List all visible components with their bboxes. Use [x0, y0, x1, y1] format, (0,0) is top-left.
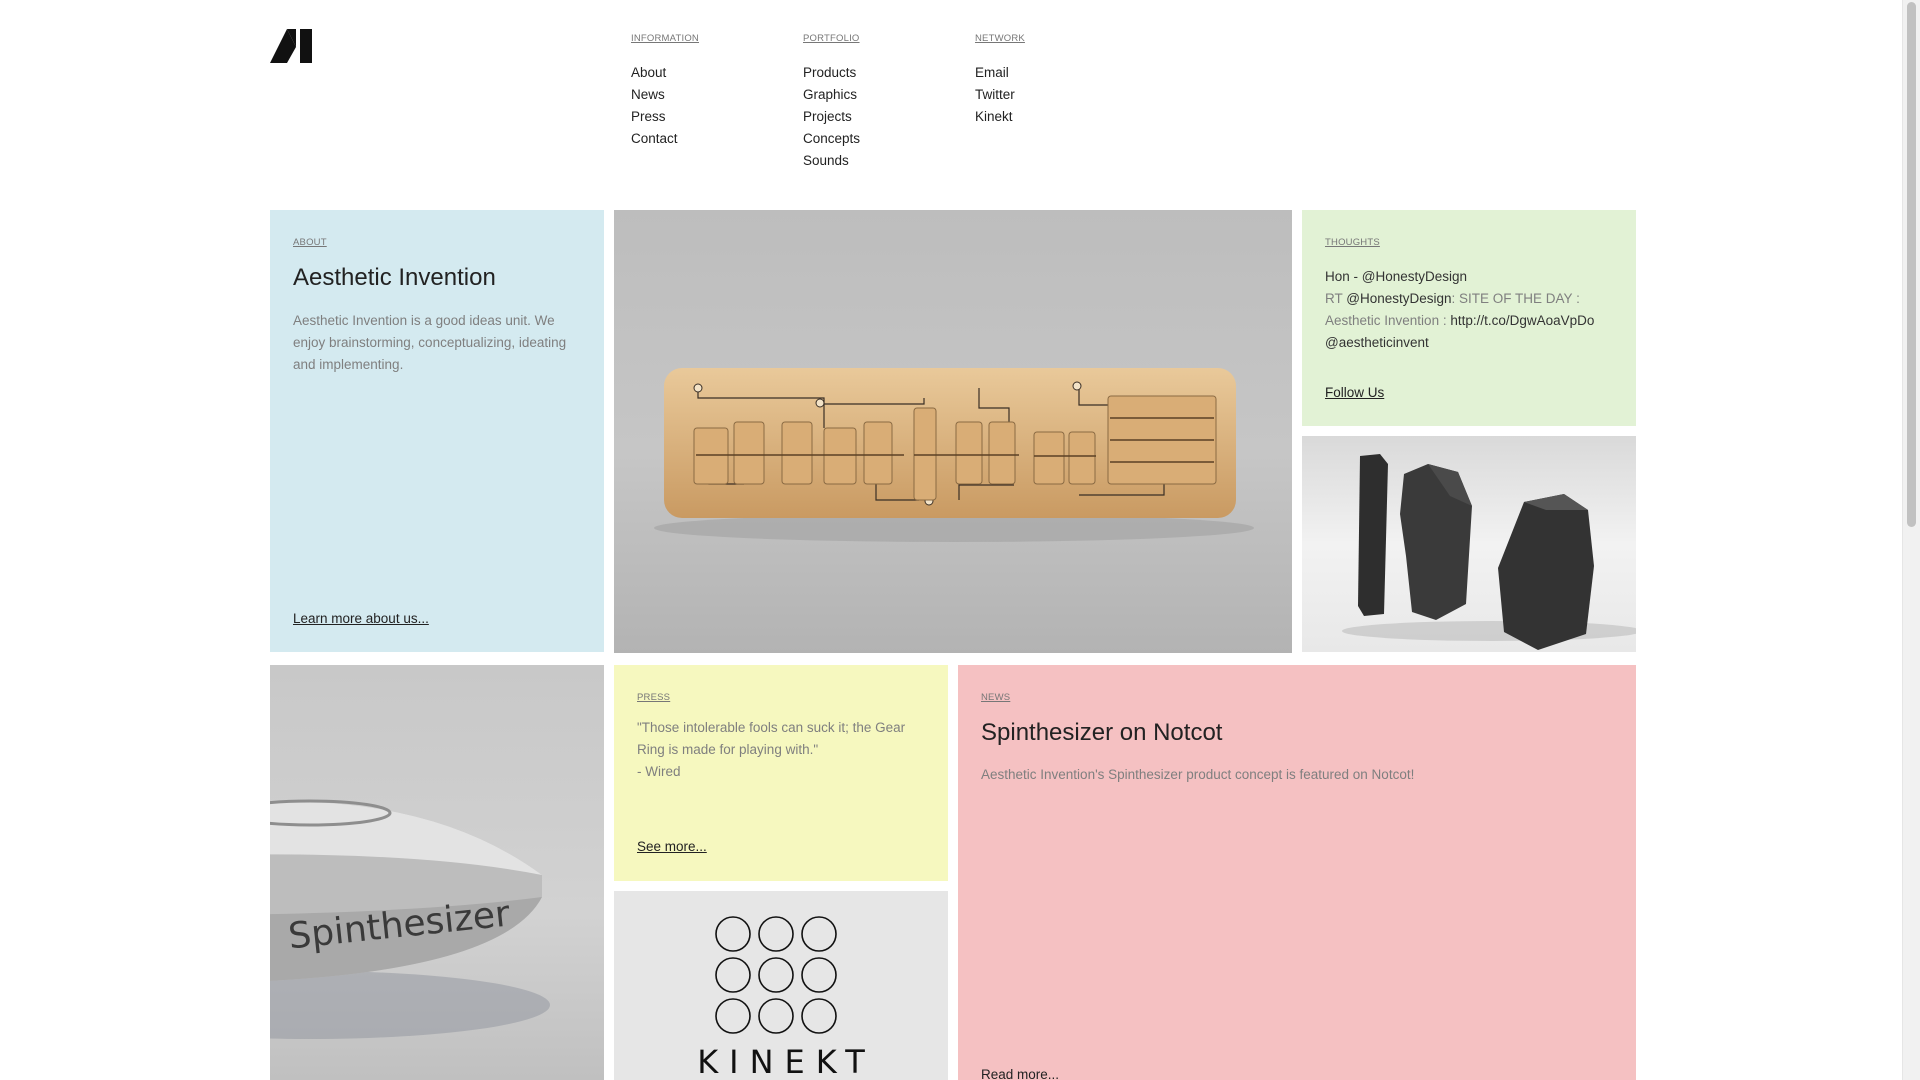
gear-ring-image[interactable] [614, 210, 1292, 653]
nav-link-about[interactable]: About [631, 62, 699, 84]
press-tile: PRESS "Those intolerable fools can suck … [614, 665, 948, 881]
nav-link-products[interactable]: Products [803, 62, 860, 84]
thoughts-label[interactable]: THOUGHTS [1325, 237, 1380, 248]
nav-heading-information[interactable]: INFORMATION [631, 33, 699, 44]
page-scrollbar[interactable] [1902, 0, 1920, 1080]
tweet-url-link[interactable]: http://t.co/DgwAoaVpDo [1450, 313, 1594, 328]
nav-network: NETWORK Email Twitter Kinekt [975, 33, 1025, 128]
news-tile: NEWS Spinthesizer on Notcot Aesthetic In… [958, 665, 1636, 1080]
about-label[interactable]: ABOUT [293, 237, 327, 248]
nav-link-kinekt[interactable]: Kinekt [975, 106, 1025, 128]
tweet-text: RT @HonestyDesign: SITE OF THE DAY : Aes… [1325, 288, 1620, 354]
scrollbar-thumb[interactable] [1907, 2, 1916, 527]
nav-link-sounds[interactable]: Sounds [803, 150, 860, 172]
nav-link-graphics[interactable]: Graphics [803, 84, 860, 106]
press-label[interactable]: PRESS [637, 692, 670, 703]
nav-link-twitter[interactable]: Twitter [975, 84, 1025, 106]
vases-illustration [1342, 454, 1636, 650]
tweet-text-2: Aesthetic Invention : [1325, 313, 1447, 328]
press-quote: "Those intolerable fools can suck it; th… [637, 720, 906, 757]
nav-heading-network[interactable]: NETWORK [975, 33, 1025, 44]
nav-link-projects[interactable]: Projects [803, 106, 860, 128]
tweet-handle-link[interactable]: @HonestyDesign [1346, 291, 1451, 306]
nav-portfolio: PORTFOLIO Products Graphics Projects Con… [803, 33, 860, 172]
tweet-text-1: : SITE OF THE DAY : [1451, 291, 1580, 306]
nav-link-contact[interactable]: Contact [631, 128, 699, 150]
news-title[interactable]: Spinthesizer on Notcot [981, 719, 1222, 747]
kinekt-wordmark: KINEKT [697, 1043, 876, 1080]
thoughts-tile: THOUGHTS Hon - @HonestyDesign RT @Honest… [1302, 210, 1636, 426]
about-tile: ABOUT Aesthetic Invention Aesthetic Inve… [270, 210, 604, 652]
ai-triangle-logo-icon [270, 29, 312, 63]
read-more-link[interactable]: Read more... [981, 1067, 1059, 1080]
news-description: Aesthetic Invention's Spinthesizer produ… [981, 767, 1415, 782]
tweet: Hon - @HonestyDesign RT @HonestyDesign: … [1325, 266, 1620, 354]
nav-link-concepts[interactable]: Concepts [803, 128, 860, 150]
vases-image[interactable] [1302, 436, 1636, 652]
site-logo[interactable] [270, 29, 312, 63]
about-title: Aesthetic Invention [293, 264, 496, 291]
kinekt-image[interactable]: KINEKT [614, 891, 948, 1080]
about-description: Aesthetic Invention is a good ideas unit… [293, 313, 567, 372]
press-source: - Wired [637, 764, 681, 779]
learn-more-link[interactable]: Learn more about us... [293, 611, 429, 626]
spinthesizer-image[interactable]: Spinthesizer [270, 665, 604, 1080]
tweet-mention-link[interactable]: @aestheticinvent [1325, 335, 1429, 350]
nav-information: INFORMATION About News Press Contact [631, 33, 699, 150]
nav-link-press[interactable]: Press [631, 106, 699, 128]
nav-link-news[interactable]: News [631, 84, 699, 106]
see-more-link[interactable]: See more... [637, 839, 707, 854]
tweet-author: Hon - @HonestyDesign [1325, 269, 1468, 284]
wooden-board-product-illustration [654, 368, 1254, 542]
nav-heading-portfolio[interactable]: PORTFOLIO [803, 33, 860, 44]
tweet-rt: RT [1325, 291, 1343, 306]
spinthesizer-illustration [270, 799, 550, 1039]
nav-link-email[interactable]: Email [975, 62, 1025, 84]
follow-us-link[interactable]: Follow Us [1325, 385, 1384, 400]
news-label[interactable]: NEWS [981, 692, 1010, 703]
